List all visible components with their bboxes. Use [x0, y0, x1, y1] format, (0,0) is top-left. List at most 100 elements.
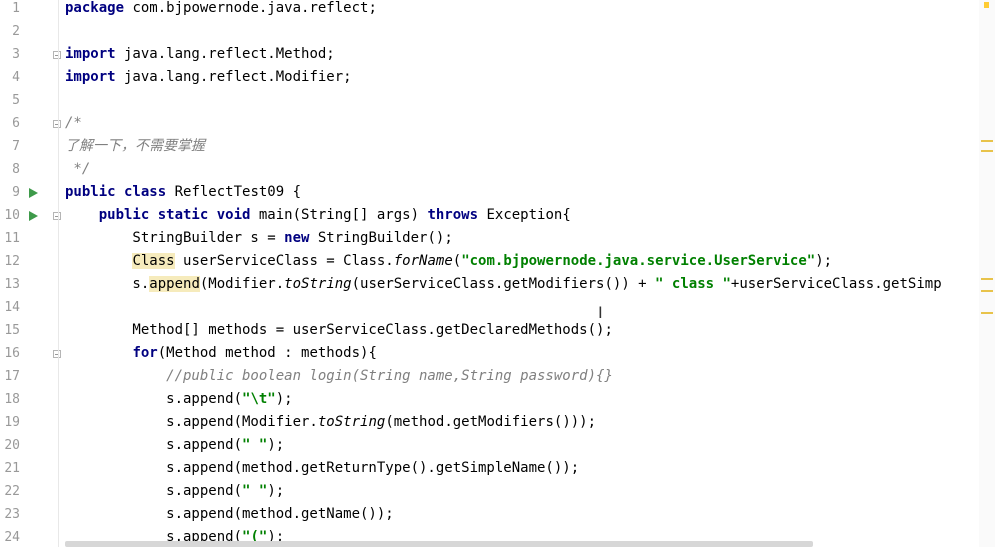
line-number: 16	[4, 346, 20, 361]
line-number: 6	[12, 116, 20, 131]
code-token: );	[267, 483, 285, 499]
code-line[interactable]: StringBuilder s = new StringBuilder();	[65, 227, 453, 250]
horizontal-scrollbar[interactable]	[65, 541, 813, 547]
line-number: 1	[12, 1, 20, 16]
code-token: s.append(	[65, 437, 243, 453]
code-token: new	[284, 230, 310, 246]
code-line[interactable]: Class userServiceClass = Class.forName("…	[65, 250, 832, 273]
code-line[interactable]: public static void main(String[] args) t…	[65, 204, 571, 227]
code-line[interactable]: import java.lang.reflect.Modifier;	[65, 66, 352, 89]
line-number: 13	[4, 277, 20, 292]
code-token: );	[275, 391, 293, 407]
line-number: 17	[4, 369, 20, 384]
code-token: "com.bjpowernode.java.service.UserServic…	[461, 253, 816, 269]
code-token: public static void	[98, 207, 251, 223]
fold-icon[interactable]	[53, 51, 61, 59]
code-line[interactable]: s.append("\t");	[65, 388, 293, 411]
code-token: import	[65, 46, 116, 62]
line-number: 19	[4, 415, 20, 430]
code-token: ReflectTest09 {	[166, 184, 302, 200]
code-line[interactable]: import java.lang.reflect.Method;	[65, 43, 335, 66]
line-number-gutter: 1 2 3 4 5 6 7 8 9 10 11 12 13 14 15 16 17 18 19 20 21 22 23 24	[0, 0, 61, 547]
fold-icon[interactable]	[53, 212, 61, 220]
code-token: s.append(Modifier.	[65, 414, 318, 430]
code-line[interactable]: /*	[65, 112, 82, 135]
line-number: 3	[12, 47, 20, 62]
line-number: 8	[12, 162, 20, 177]
code-token: (method.getModifiers()));	[385, 414, 597, 430]
code-editor[interactable]: 1 2 3 4 5 6 7 8 9 10 11 12 13 14 15 16 17 18 19 20 21 22 23 24 …	[0, 0, 995, 547]
code-token: Method[] methods = userServiceClass.getD…	[65, 322, 613, 338]
code-token: " class "	[655, 276, 731, 292]
code-token: com.bjpowernode.java.reflect;	[124, 0, 377, 16]
code-token: package	[65, 0, 125, 16]
line-number: 11	[4, 231, 20, 246]
code-token: forName	[393, 253, 453, 269]
code-token: " "	[242, 483, 268, 499]
line-number: 24	[4, 530, 20, 545]
line-number: 23	[4, 507, 20, 522]
stripe-marker[interactable]	[981, 278, 993, 280]
code-line[interactable]: 了解一下，不需要掌握	[65, 135, 205, 158]
code-line[interactable]: s.append(Modifier.toString(method.getMod…	[65, 411, 596, 434]
code-token: s.append(method.getName());	[65, 506, 394, 522]
code-token: );	[267, 437, 285, 453]
code-line[interactable]: s.append(Modifier.toString(userServiceCl…	[65, 273, 942, 296]
code-token: toString	[284, 276, 352, 292]
code-token: StringBuilder();	[309, 230, 453, 246]
inspection-indicator[interactable]	[984, 2, 989, 8]
code-token: (userServiceClass.getModifiers()) +	[351, 276, 656, 292]
line-number: 7	[12, 139, 20, 154]
code-token: userServiceClass = Class.	[174, 253, 394, 269]
text-cursor-icon: I	[598, 303, 603, 322]
line-number: 4	[12, 70, 20, 85]
code-token: throws	[427, 207, 479, 223]
code-token: java.lang.reflect.Modifier;	[115, 69, 352, 85]
gutter-separator	[58, 0, 59, 547]
code-token: s.	[65, 276, 150, 292]
code-line[interactable]: s.append(" ");	[65, 480, 284, 503]
code-line[interactable]: Method[] methods = userServiceClass.getD…	[65, 319, 613, 342]
code-token: public class	[65, 184, 167, 200]
line-number: 2	[12, 24, 20, 39]
run-icon[interactable]	[29, 211, 38, 221]
line-number: 9	[12, 185, 20, 200]
code-token: StringBuilder s =	[65, 230, 285, 246]
code-line[interactable]: */	[65, 158, 90, 181]
code-token: 了解一下，不需要掌握	[65, 138, 205, 154]
code-line[interactable]: s.append(" ");	[65, 434, 284, 457]
line-number: 21	[4, 461, 20, 476]
code-token: java.lang.reflect.Method;	[115, 46, 335, 62]
fold-icon[interactable]	[53, 120, 61, 128]
code-token: for	[132, 345, 158, 361]
code-line[interactable]: package com.bjpowernode.java.reflect;	[65, 0, 377, 20]
code-token: Exception{	[478, 207, 571, 223]
run-icon[interactable]	[29, 188, 38, 198]
stripe-marker[interactable]	[981, 290, 993, 292]
code-line[interactable]: for(Method method : methods){	[65, 342, 376, 365]
line-number: 15	[4, 323, 20, 338]
line-number: 20	[4, 438, 20, 453]
code-token: main(String[] args)	[250, 207, 428, 223]
code-area[interactable]: package com.bjpowernode.java.reflect; imp…	[65, 0, 977, 547]
code-line[interactable]: s.append(method.getName());	[65, 503, 394, 526]
code-token: +userServiceClass.getSimp	[730, 276, 942, 292]
code-token: s.append(	[65, 483, 243, 499]
code-line[interactable]: s.append(method.getReturnType().getSimpl…	[65, 457, 579, 480]
code-token: " "	[242, 437, 268, 453]
line-number: 10	[4, 208, 20, 223]
code-line[interactable]: public class ReflectTest09 {	[65, 181, 301, 204]
fold-icon[interactable]	[53, 350, 61, 358]
stripe-marker[interactable]	[981, 140, 993, 142]
stripe-marker[interactable]	[981, 150, 993, 152]
code-token: (Modifier.	[199, 276, 285, 292]
code-token: );	[815, 253, 833, 269]
code-token: //public boolean login(String name,Strin…	[65, 368, 613, 384]
error-stripe[interactable]	[979, 0, 995, 547]
stripe-marker[interactable]	[981, 312, 993, 314]
code-line[interactable]: //public boolean login(String name,Strin…	[65, 365, 613, 388]
line-number: 22	[4, 484, 20, 499]
